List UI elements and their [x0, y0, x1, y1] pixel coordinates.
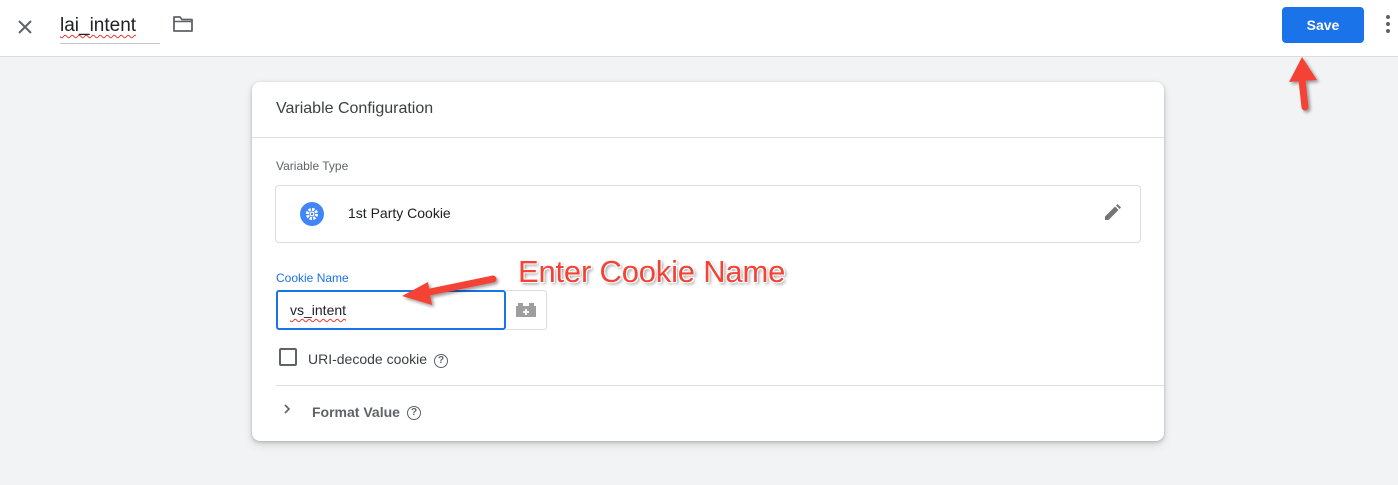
uri-decode-label: URI-decode cookie — [308, 351, 428, 367]
annotation-label: Enter Cookie Name — [518, 254, 786, 289]
more-vert-icon[interactable] — [1382, 12, 1394, 38]
help-icon[interactable]: ? — [407, 406, 421, 420]
arrow-to-save-icon — [1289, 57, 1317, 111]
variable-type-label: Variable Type — [276, 159, 349, 173]
card-title: Variable Configuration — [276, 100, 434, 117]
top-bar: lai_intent Save — [0, 0, 1398, 57]
gear-icon — [300, 202, 324, 226]
variable-name-input[interactable]: lai_intent — [60, 14, 160, 44]
save-button[interactable]: Save — [1282, 7, 1364, 43]
chevron-right-icon[interactable] — [282, 402, 294, 416]
cookie-name-input[interactable]: vs_intent — [276, 290, 506, 330]
help-icon[interactable]: ? — [434, 354, 448, 368]
cookie-name-label: Cookie Name — [276, 271, 349, 285]
variable-block-icon[interactable] — [506, 290, 547, 330]
variable-type-selector[interactable]: 1st Party Cookie — [275, 185, 1141, 243]
format-value-toggle[interactable]: Format Value — [312, 404, 400, 420]
pencil-icon[interactable] — [1102, 203, 1124, 225]
uri-decode-checkbox[interactable] — [279, 348, 297, 366]
close-icon[interactable] — [12, 14, 38, 40]
folder-icon[interactable] — [172, 14, 196, 38]
section-divider — [276, 385, 1164, 386]
card-divider — [252, 137, 1164, 138]
variable-type-name: 1st Party Cookie — [348, 205, 451, 221]
